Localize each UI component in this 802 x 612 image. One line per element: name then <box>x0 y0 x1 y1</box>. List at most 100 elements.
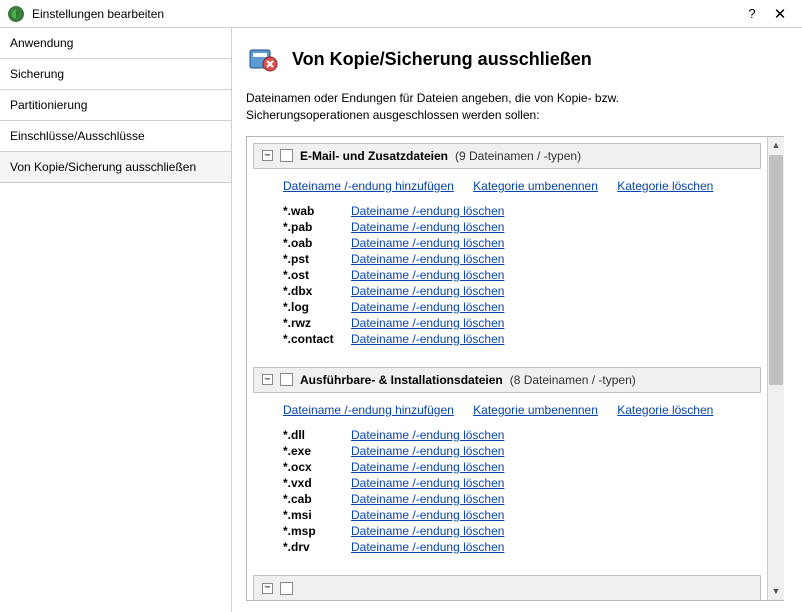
window-title: Einstellungen bearbeiten <box>32 7 738 21</box>
ext-row: *.wab Dateiname /-endung löschen <box>283 203 747 219</box>
titlebar: Einstellungen bearbeiten ? ✕ <box>0 0 802 28</box>
content-area: Von Kopie/Sicherung ausschließen Dateina… <box>232 28 802 612</box>
help-button[interactable]: ? <box>738 0 766 28</box>
ext-row: *.vxdDateiname /-endung löschen <box>283 475 747 491</box>
category-header: − E-Mail- und Zusatzdateien (9 Dateiname… <box>253 143 761 169</box>
ext-row: *.pab Dateiname /-endung löschen <box>283 219 747 235</box>
page-header: Von Kopie/Sicherung ausschließen <box>246 42 784 76</box>
ext-name: *.msi <box>283 508 337 522</box>
category-count: (9 Dateinamen / -typen) <box>455 149 581 163</box>
ext-row: *.ost Dateiname /-endung löschen <box>283 267 747 283</box>
sidebar-item-sicherung[interactable]: Sicherung <box>0 59 231 90</box>
sidebar-item-partitionierung[interactable]: Partitionierung <box>0 90 231 121</box>
delete-ext-link[interactable]: Dateiname /-endung löschen <box>351 508 504 522</box>
category-count: (8 Dateinamen / -typen) <box>510 373 636 387</box>
page-icon <box>246 42 280 76</box>
add-ext-link[interactable]: Dateiname /-endung hinzufügen <box>283 403 454 417</box>
category-actions: Dateiname /-endung hinzufügen Kategorie … <box>283 403 747 417</box>
page-description: Dateinamen oder Endungen für Dateien ang… <box>246 90 784 124</box>
ext-list: *.wab Dateiname /-endung löschen *.pab Date… <box>283 203 747 347</box>
category-name: Ausführbare- & Installationsdateien <box>300 373 503 387</box>
delete-ext-link[interactable]: Dateiname /-endung löschen <box>351 460 504 474</box>
delete-ext-link[interactable]: Dateiname /-endung löschen <box>351 332 504 346</box>
ext-name: *.rwz <box>283 316 337 330</box>
category-email: − E-Mail- und Zusatzdateien (9 Dateiname… <box>253 143 761 353</box>
ext-name: *.exe <box>283 444 337 458</box>
category-checkbox[interactable] <box>280 582 293 595</box>
expand-toggle-icon[interactable]: − <box>262 583 273 594</box>
page-title: Von Kopie/Sicherung ausschließen <box>292 49 592 70</box>
ext-name: *.ocx <box>283 460 337 474</box>
ext-name: *.msp <box>283 524 337 538</box>
ext-row: *.exe Dateiname /-endung löschen <box>283 443 747 459</box>
ext-name: *.contact <box>283 332 337 346</box>
expand-toggle-icon[interactable]: − <box>262 374 273 385</box>
delete-ext-link[interactable]: Dateiname /-endung löschen <box>351 444 504 458</box>
delete-ext-link[interactable]: Dateiname /-endung löschen <box>351 252 504 266</box>
close-button[interactable]: ✕ <box>766 0 794 28</box>
delete-ext-link[interactable]: Dateiname /-endung löschen <box>351 428 504 442</box>
ext-row: *.rwz Dateiname /-endung löschen <box>283 315 747 331</box>
ext-row: *.pst Dateiname /-endung löschen <box>283 251 747 267</box>
delete-ext-link[interactable]: Dateiname /-endung löschen <box>351 300 504 314</box>
category-header-partial: − <box>253 575 761 600</box>
delete-ext-link[interactable]: Dateiname /-endung löschen <box>351 236 504 250</box>
categories-list: − E-Mail- und Zusatzdateien (9 Dateiname… <box>247 137 767 600</box>
delete-ext-link[interactable]: Dateiname /-endung löschen <box>351 268 504 282</box>
category-executables: − Ausführbare- & Installationsdateien (8… <box>253 367 761 561</box>
rename-cat-link[interactable]: Kategorie umbenennen <box>473 403 598 417</box>
ext-name: *.ost <box>283 268 337 282</box>
category-checkbox[interactable] <box>280 149 293 162</box>
scroll-up-icon[interactable]: ▲ <box>768 137 784 154</box>
delete-ext-link[interactable]: Dateiname /-endung löschen <box>351 316 504 330</box>
vertical-scrollbar[interactable]: ▲ ▼ <box>767 137 784 600</box>
sidebar-item-ausschliessen[interactable]: Von Kopie/Sicherung ausschließen <box>0 152 231 183</box>
sidebar-item-einschluesse[interactable]: Einschlüsse/Ausschlüsse <box>0 121 231 152</box>
category-body: Dateiname /-endung hinzufügen Kategorie … <box>253 393 761 561</box>
add-ext-link[interactable]: Dateiname /-endung hinzufügen <box>283 179 454 193</box>
ext-row: *.drv Dateiname /-endung löschen <box>283 539 747 555</box>
sidebar: Anwendung Sicherung Partitionierung Eins… <box>0 28 232 612</box>
app-icon <box>8 6 24 22</box>
delete-ext-link[interactable]: Dateiname /-endung löschen <box>351 492 504 506</box>
ext-list: *.dll Dateiname /-endung löschen *.exe Date… <box>283 427 747 555</box>
scrollbar-thumb[interactable] <box>769 155 783 385</box>
category-header: − Ausführbare- & Installationsdateien (8… <box>253 367 761 393</box>
expand-toggle-icon[interactable]: − <box>262 150 273 161</box>
category-body: Dateiname /-endung hinzufügen Kategorie … <box>253 169 761 353</box>
ext-name: *.log <box>283 300 337 314</box>
delete-ext-link[interactable]: Dateiname /-endung löschen <box>351 220 504 234</box>
category-name: E-Mail- und Zusatzdateien <box>300 149 448 163</box>
delete-cat-link[interactable]: Kategorie löschen <box>617 403 713 417</box>
ext-row: *.msi Dateiname /-endung löschen <box>283 507 747 523</box>
ext-name: *.dll <box>283 428 337 442</box>
category-checkbox[interactable] <box>280 373 293 386</box>
category-actions: Dateiname /-endung hinzufügen Kategorie … <box>283 179 747 193</box>
ext-name: *.dbx <box>283 284 337 298</box>
ext-name: *.wab <box>283 204 337 218</box>
delete-ext-link[interactable]: Dateiname /-endung löschen <box>351 540 504 554</box>
rename-cat-link[interactable]: Kategorie umbenennen <box>473 179 598 193</box>
ext-name: *.pst <box>283 252 337 266</box>
ext-name: *.oab <box>283 236 337 250</box>
delete-ext-link[interactable]: Dateiname /-endung löschen <box>351 284 504 298</box>
delete-cat-link[interactable]: Kategorie löschen <box>617 179 713 193</box>
delete-ext-link[interactable]: Dateiname /-endung löschen <box>351 204 504 218</box>
ext-row: *.log Dateiname /-endung löschen <box>283 299 747 315</box>
ext-row: *.dbx Dateiname /-endung löschen <box>283 283 747 299</box>
ext-row: *.msp Dateiname /-endung löschen <box>283 523 747 539</box>
ext-row: *.cab Dateiname /-endung löschen <box>283 491 747 507</box>
ext-row: *.dll Dateiname /-endung löschen <box>283 427 747 443</box>
ext-name: *.pab <box>283 220 337 234</box>
sidebar-item-anwendung[interactable]: Anwendung <box>0 28 231 59</box>
main: Anwendung Sicherung Partitionierung Eins… <box>0 28 802 612</box>
ext-row: *.oab Dateiname /-endung löschen <box>283 235 747 251</box>
categories-panel: − E-Mail- und Zusatzdateien (9 Dateiname… <box>246 136 784 601</box>
scroll-down-icon[interactable]: ▼ <box>768 583 784 600</box>
ext-row: *.ocx Dateiname /-endung löschen <box>283 459 747 475</box>
ext-name: *.cab <box>283 492 337 506</box>
delete-ext-link[interactable]: Dateiname /-endung löschen <box>351 524 504 538</box>
ext-row: *.contact Dateiname /-endung löschen <box>283 331 747 347</box>
ext-name: *.drv <box>283 540 337 554</box>
delete-ext-link[interactable]: Dateiname /-endung löschen <box>351 476 504 490</box>
